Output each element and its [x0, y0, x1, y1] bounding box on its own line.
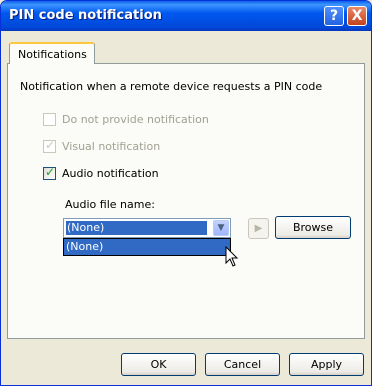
close-button[interactable]: X	[347, 6, 367, 26]
audio-file-select[interactable]: (None) ▼	[63, 218, 231, 238]
chevron-down-icon[interactable]: ▼	[213, 220, 229, 236]
visual-notification-checkbox[interactable]: ✓	[43, 138, 56, 153]
window-title: PIN code notification	[9, 8, 162, 23]
audio-file-selected-value: (None)	[66, 221, 207, 235]
mouse-cursor-icon	[225, 246, 239, 267]
description-text: Notification when a remote device reques…	[20, 80, 323, 93]
play-button[interactable]: ▶	[248, 218, 269, 239]
help-button[interactable]: ?	[324, 6, 344, 26]
tab-notifications[interactable]: Notifications	[9, 42, 95, 64]
audio-notification-label: Audio notification	[62, 167, 159, 180]
do-not-notify-checkbox[interactable]	[43, 113, 56, 126]
cancel-label: Cancel	[223, 358, 262, 371]
do-not-notify-label: Do not provide notification	[62, 113, 209, 126]
apply-button[interactable]: Apply	[289, 353, 364, 376]
cancel-button[interactable]: Cancel	[205, 353, 280, 376]
audio-file-dropdown-list: (None)	[63, 238, 231, 256]
dropdown-option[interactable]: (None)	[64, 239, 230, 255]
ok-button[interactable]: OK	[121, 353, 196, 376]
help-icon: ?	[329, 8, 339, 24]
play-icon: ▶	[254, 223, 263, 234]
dialog-window: PIN code notification ? X Notifications …	[0, 0, 372, 386]
title-bar[interactable]: PIN code notification ? X	[1, 1, 371, 31]
browse-button[interactable]: Browse	[275, 216, 351, 239]
apply-label: Apply	[310, 358, 343, 371]
audio-notification-checkbox[interactable]: ✓	[43, 165, 56, 180]
visual-notification-label: Visual notification	[62, 140, 161, 153]
audio-file-label: Audio file name:	[65, 198, 155, 211]
close-icon: X	[351, 8, 363, 24]
checkmark-icon: ✓	[45, 138, 56, 152]
checkmark-icon: ✓	[45, 165, 56, 179]
browse-label: Browse	[292, 221, 334, 234]
ok-label: OK	[150, 358, 167, 371]
tab-label: Notifications	[18, 48, 87, 61]
tab-panel	[7, 63, 365, 339]
